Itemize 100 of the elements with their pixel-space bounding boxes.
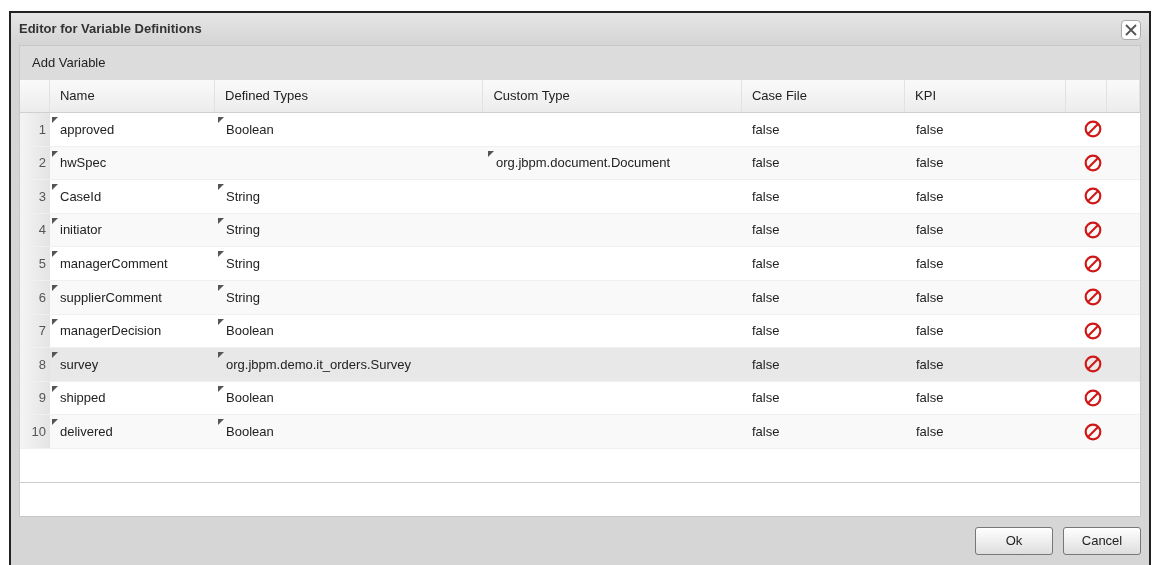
table-cell-text: false (752, 389, 780, 408)
edited-marker-icon (52, 318, 58, 325)
table-cell-text: managerComment (60, 254, 168, 273)
table-cell-text: Boolean (226, 322, 274, 341)
table-row[interactable]: 2 hwSpec org.jbpm.document.Document false false (20, 146, 1140, 181)
dialog-title: Editor for Variable Definitions (19, 20, 202, 39)
table-cell-text: String (226, 254, 260, 273)
edited-marker-icon (218, 217, 224, 224)
table-cell-text: String (226, 288, 260, 307)
row-number: 10 (20, 415, 50, 448)
column-header: Case File (741, 80, 906, 112)
delete-button[interactable] (1083, 422, 1102, 441)
delete-button[interactable] (1083, 288, 1102, 307)
edited-marker-icon (218, 284, 224, 291)
table-row[interactable]: 4 initiator String false false (20, 213, 1140, 248)
edited-marker-icon (218, 385, 224, 392)
edited-marker-icon (52, 284, 58, 291)
column-header: Name (49, 80, 216, 112)
add-variable-button[interactable]: Add Variable (32, 53, 106, 73)
delete-button[interactable] (1083, 187, 1102, 206)
edited-marker-icon (218, 117, 224, 123)
table-cell-text: false (916, 389, 944, 408)
table-cell-text: false (752, 322, 780, 341)
table-row[interactable]: 3 CaseId String false false (20, 180, 1140, 214)
column-header: Defined Types (215, 80, 484, 112)
row-number: 7 (20, 314, 50, 348)
row-number: 9 (20, 381, 50, 415)
delete-button[interactable] (1083, 254, 1102, 273)
delete-icon (1083, 254, 1102, 273)
table-row[interactable]: 5 managerComment String false false (20, 247, 1140, 281)
table-cell-text: false (752, 154, 780, 173)
delete-icon (1083, 355, 1102, 374)
close-icon (1125, 24, 1137, 36)
edited-marker-icon (52, 217, 58, 224)
table-row[interactable]: 1 approved Boolean false false (20, 113, 1140, 147)
edited-marker-icon (218, 318, 224, 325)
table-cell-text: survey (60, 355, 99, 374)
table-cell-text: shipped (60, 389, 106, 408)
delete-icon (1083, 422, 1102, 441)
table-row[interactable]: 9 shipped Boolean false false (20, 381, 1140, 416)
row-number: 1 (20, 113, 50, 146)
table-row[interactable]: 8 survey org.jbpm.demo.it_orders.Survey false false (20, 348, 1140, 382)
table-cell-text: false (916, 422, 944, 441)
delete-button[interactable] (1083, 120, 1102, 139)
row-number: 4 (20, 213, 50, 247)
delete-button[interactable] (1083, 153, 1102, 172)
table-cell-text: managerDecision (60, 322, 162, 341)
edited-marker-icon (52, 117, 58, 123)
delete-button[interactable] (1083, 321, 1102, 340)
table-row[interactable]: 10 delivered Boolean false false (20, 415, 1140, 449)
edited-marker-icon (52, 419, 58, 426)
table-cell-text: initiator (60, 221, 102, 240)
delete-button[interactable] (1083, 355, 1102, 374)
table-cell-text: false (916, 355, 944, 374)
table-cell-text: Boolean (226, 389, 274, 408)
close-button[interactable] (1121, 20, 1141, 40)
table-cell-text: false (916, 187, 944, 206)
table-cell-text: Boolean (226, 120, 274, 139)
delete-icon (1083, 120, 1102, 139)
edited-marker-icon (488, 150, 494, 157)
edited-marker-icon (218, 352, 224, 359)
table-cell-text: false (752, 120, 780, 139)
delete-button[interactable] (1083, 221, 1102, 240)
row-number: 3 (20, 180, 50, 213)
edited-marker-icon (52, 385, 58, 392)
table-cell-text: hwSpec (60, 154, 107, 173)
edited-marker-icon (52, 184, 58, 191)
table-cell-text: false (752, 187, 780, 206)
table-cell-text: false (916, 322, 944, 341)
table-cell-text: String (226, 221, 260, 240)
edited-marker-icon (218, 184, 224, 191)
table-cell-text: false (752, 355, 780, 374)
table-cell-text: delivered (60, 422, 113, 441)
table-cell-text: false (752, 254, 780, 273)
delete-button[interactable] (1083, 389, 1102, 408)
edited-marker-icon (218, 251, 224, 258)
table-cell-text: false (752, 422, 780, 441)
table-cell-text: false (916, 254, 944, 273)
row-number: 8 (20, 348, 50, 381)
column-header: Custom Type (483, 80, 742, 112)
table-cell-text: false (916, 221, 944, 240)
delete-icon (1083, 153, 1102, 172)
delete-icon (1083, 221, 1102, 240)
table-cell-text: false (916, 154, 944, 173)
table-cell-text: org.jbpm.demo.it_orders.Survey (226, 355, 411, 374)
table-cell-text: supplierComment (60, 288, 162, 307)
table-row[interactable]: 6 supplierComment String false false (20, 280, 1140, 315)
table-cell-text: Boolean (226, 422, 274, 441)
table-cell-text: CaseId (60, 187, 102, 206)
table-cell-text: false (752, 288, 780, 307)
table-cell-text: approved (60, 120, 115, 139)
table-row[interactable]: 7 managerDecision Boolean false false (20, 314, 1140, 349)
row-number: 6 (20, 280, 50, 314)
ok-button[interactable]: Ok (975, 527, 1053, 555)
table-cell-text: false (916, 120, 944, 139)
row-number: 2 (20, 146, 50, 180)
delete-icon (1083, 187, 1102, 206)
column-header: KPI (905, 80, 1067, 112)
table-cell-text: String (226, 187, 260, 206)
cancel-button[interactable]: Cancel (1063, 527, 1141, 555)
